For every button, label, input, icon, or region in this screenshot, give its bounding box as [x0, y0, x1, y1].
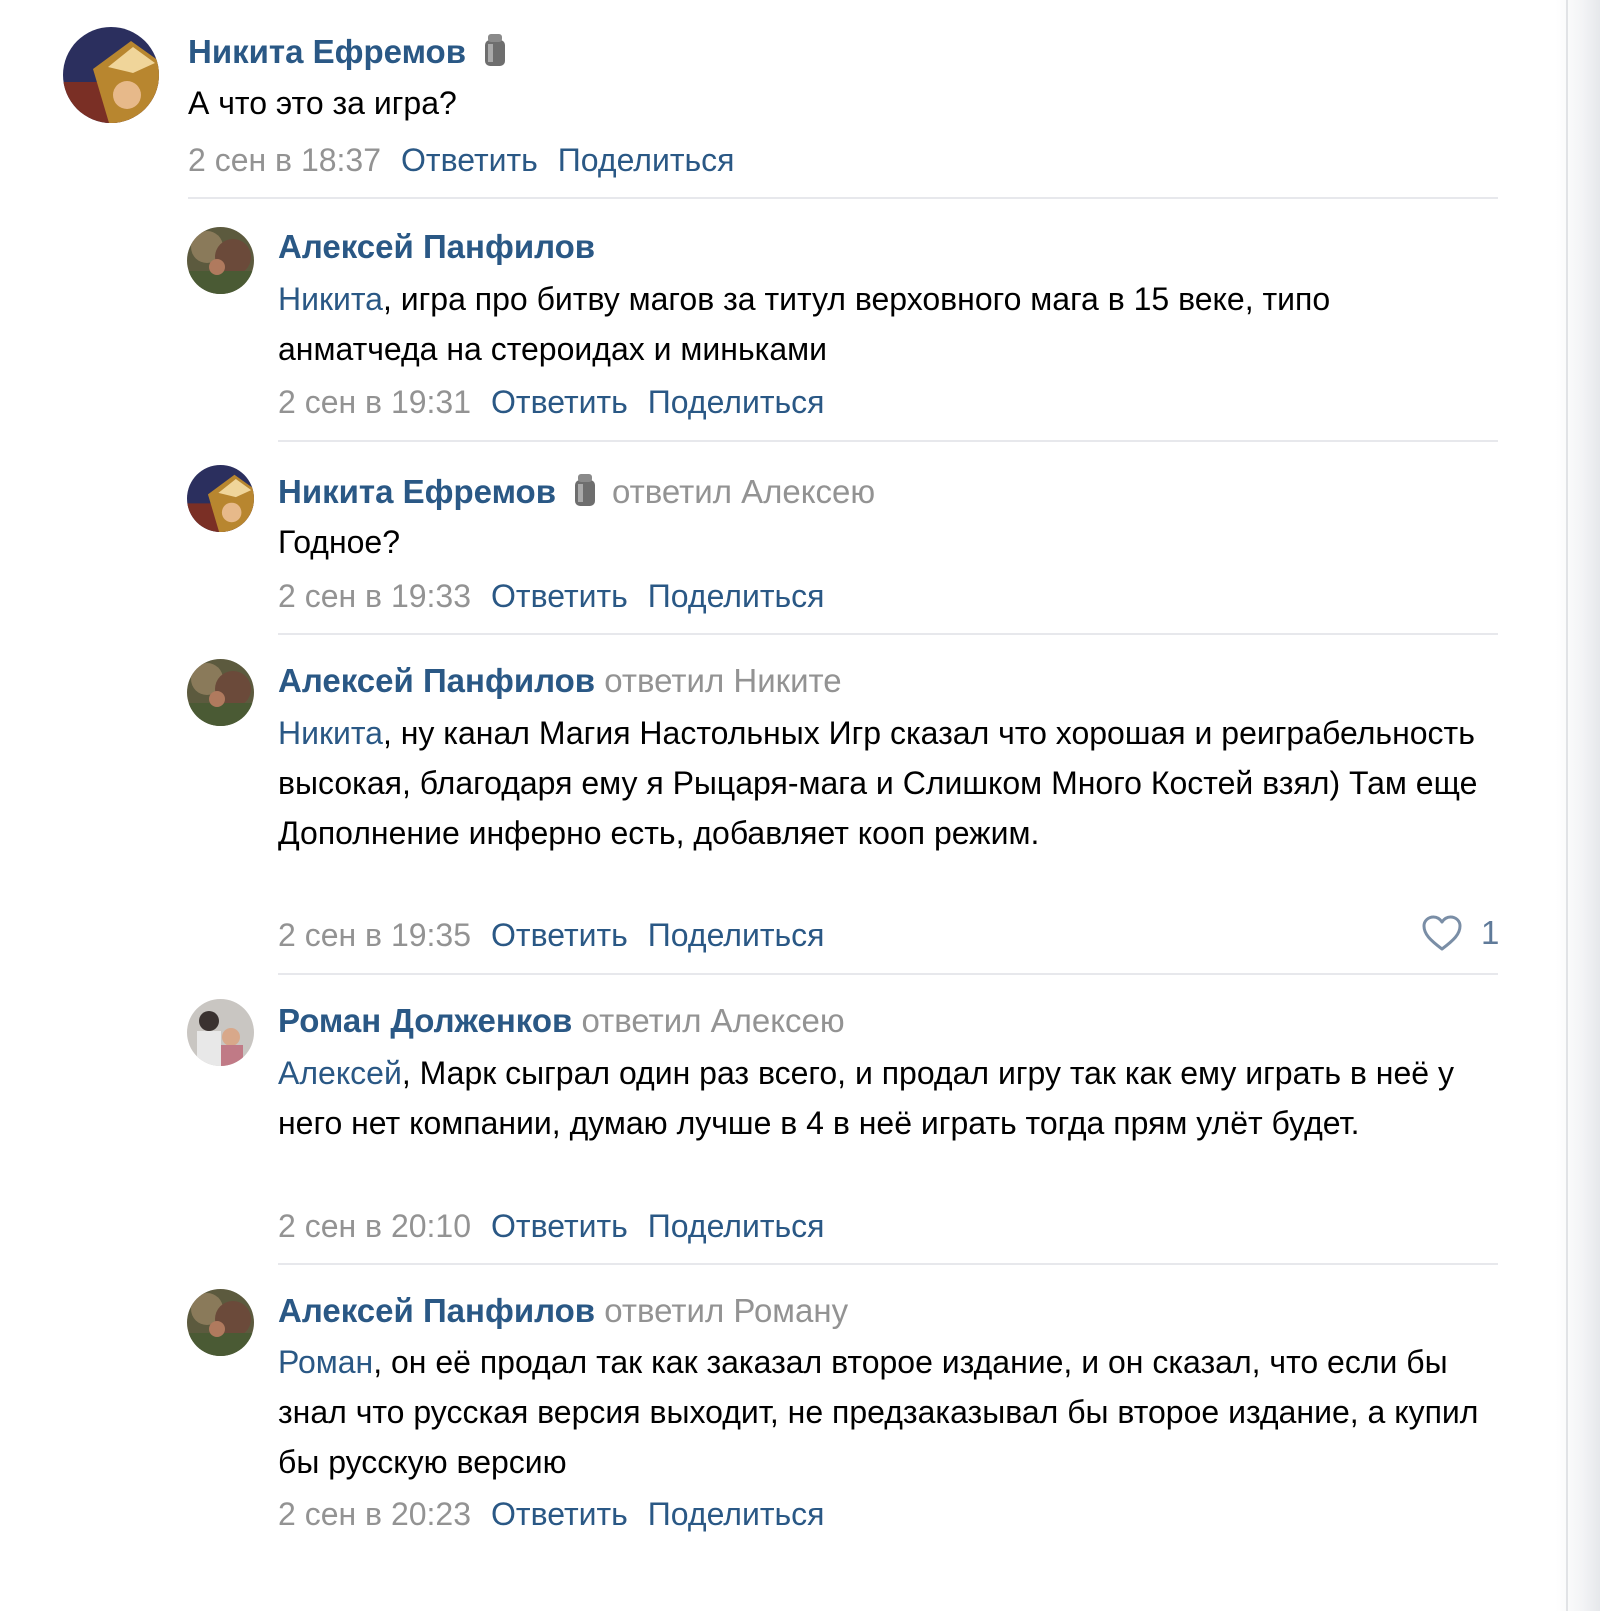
comment-text: Никита, ну канал Магия Настольных Игр ск…	[278, 708, 1493, 858]
comment-date[interactable]: 2 сен в 19:33	[278, 578, 471, 614]
comment-body: , Марк сыграл один раз всего, и продал и…	[278, 1055, 1454, 1141]
comment-text: Никита, игра про битву магов за титул ве…	[278, 274, 1493, 374]
gift-icon[interactable]	[482, 32, 508, 68]
comment-text: А что это за игра?	[188, 78, 1403, 128]
comment-meta: 2 сен в 20:10 Ответить Поделиться	[278, 1206, 825, 1246]
comment-body: , игра про битву магов за титул верховно…	[278, 281, 1331, 367]
comment-text: Алексей, Марк сыграл один раз всего, и п…	[278, 1048, 1493, 1148]
like-button[interactable]: 1	[1421, 913, 1499, 953]
comment-meta: 2 сен в 20:23 Ответить Поделиться	[278, 1494, 825, 1534]
author-name[interactable]: Алексей Панфилов	[278, 228, 595, 265]
divider	[278, 633, 1498, 635]
comment-meta: 2 сен в 19:31 Ответить Поделиться	[278, 382, 825, 422]
author-name[interactable]: Алексей Панфилов	[278, 1292, 595, 1329]
comment-text: Годное?	[278, 517, 1493, 567]
divider	[188, 197, 1498, 199]
avatar-image	[187, 227, 254, 294]
author-name[interactable]: Роман Долженков	[278, 1002, 572, 1039]
avatar[interactable]	[187, 999, 254, 1066]
avatar[interactable]	[187, 465, 254, 532]
reply-button[interactable]: Ответить	[491, 578, 628, 614]
comment-date[interactable]: 2 сен в 19:31	[278, 384, 471, 420]
share-button[interactable]: Поделиться	[648, 917, 825, 953]
comment-date[interactable]: 2 сен в 20:10	[278, 1208, 471, 1244]
avatar-image	[187, 999, 254, 1066]
reply-button[interactable]: Ответить	[491, 384, 628, 420]
comment-body: А что это за игра?	[188, 85, 457, 121]
author-name[interactable]: Алексей Панфилов	[278, 662, 595, 699]
avatar-image	[63, 27, 159, 123]
comment-date[interactable]: 2 сен в 19:35	[278, 917, 471, 953]
author-line: Никита Ефремов	[188, 32, 522, 72]
mention-link[interactable]: Никита	[278, 281, 383, 317]
author-line: Алексей Панфилов ответил Никите	[278, 661, 842, 701]
author-line: Алексей Панфилов ответил Роману	[278, 1291, 848, 1331]
avatar-image	[187, 1289, 254, 1356]
author-name[interactable]: Никита Ефремов	[278, 473, 556, 510]
replied-to[interactable]: ответил Никите	[604, 662, 841, 699]
gift-icon[interactable]	[572, 472, 598, 508]
avatar[interactable]	[187, 227, 254, 294]
mention-link[interactable]: Алексей	[278, 1055, 402, 1091]
author-line: Алексей Панфилов	[278, 227, 595, 267]
share-button[interactable]: Поделиться	[648, 578, 825, 614]
share-button[interactable]: Поделиться	[648, 1496, 825, 1532]
reply-button[interactable]: Ответить	[491, 917, 628, 953]
comment-text: Роман, он её продал так как заказал втор…	[278, 1337, 1493, 1487]
replied-to[interactable]: ответил Алексею	[582, 1002, 845, 1039]
divider	[278, 973, 1498, 975]
comment-date[interactable]: 2 сен в 20:23	[278, 1496, 471, 1532]
replied-to[interactable]: ответил Роману	[604, 1292, 848, 1329]
mention-link[interactable]: Роман	[278, 1344, 373, 1380]
avatar[interactable]	[187, 659, 254, 726]
comment-meta: 2 сен в 19:35 Ответить Поделиться	[278, 915, 825, 955]
heart-icon	[1422, 915, 1462, 951]
reply-button[interactable]: Ответить	[491, 1208, 628, 1244]
replied-to[interactable]: ответил Алексею	[612, 473, 875, 510]
reply-button[interactable]: Ответить	[491, 1496, 628, 1532]
divider	[278, 1263, 1498, 1265]
share-button[interactable]: Поделиться	[648, 384, 825, 420]
divider	[278, 440, 1498, 442]
author-line: Роман Долженков ответил Алексею	[278, 1001, 845, 1041]
share-button[interactable]: Поделиться	[558, 142, 735, 178]
avatar[interactable]	[187, 1289, 254, 1356]
comment-meta: 2 сен в 19:33 Ответить Поделиться	[278, 576, 825, 616]
avatar[interactable]	[63, 27, 159, 123]
avatar-image	[187, 659, 254, 726]
author-line: Никита Ефремов ответил Алексею	[278, 472, 875, 512]
right-edge-shadow	[1556, 0, 1600, 1611]
comment-meta: 2 сен в 18:37 Ответить Поделиться	[188, 140, 735, 180]
comment-body: Годное?	[278, 524, 401, 560]
reply-button[interactable]: Ответить	[401, 142, 538, 178]
comment-body: , он её продал так как заказал второе из…	[278, 1344, 1479, 1480]
mention-link[interactable]: Никита	[278, 715, 383, 751]
comment-body: , ну канал Магия Настольных Игр сказал ч…	[278, 715, 1478, 851]
like-count: 1	[1481, 914, 1500, 951]
comment-date[interactable]: 2 сен в 18:37	[188, 142, 381, 178]
avatar-image	[187, 465, 254, 532]
share-button[interactable]: Поделиться	[648, 1208, 825, 1244]
author-name[interactable]: Никита Ефремов	[188, 33, 466, 70]
